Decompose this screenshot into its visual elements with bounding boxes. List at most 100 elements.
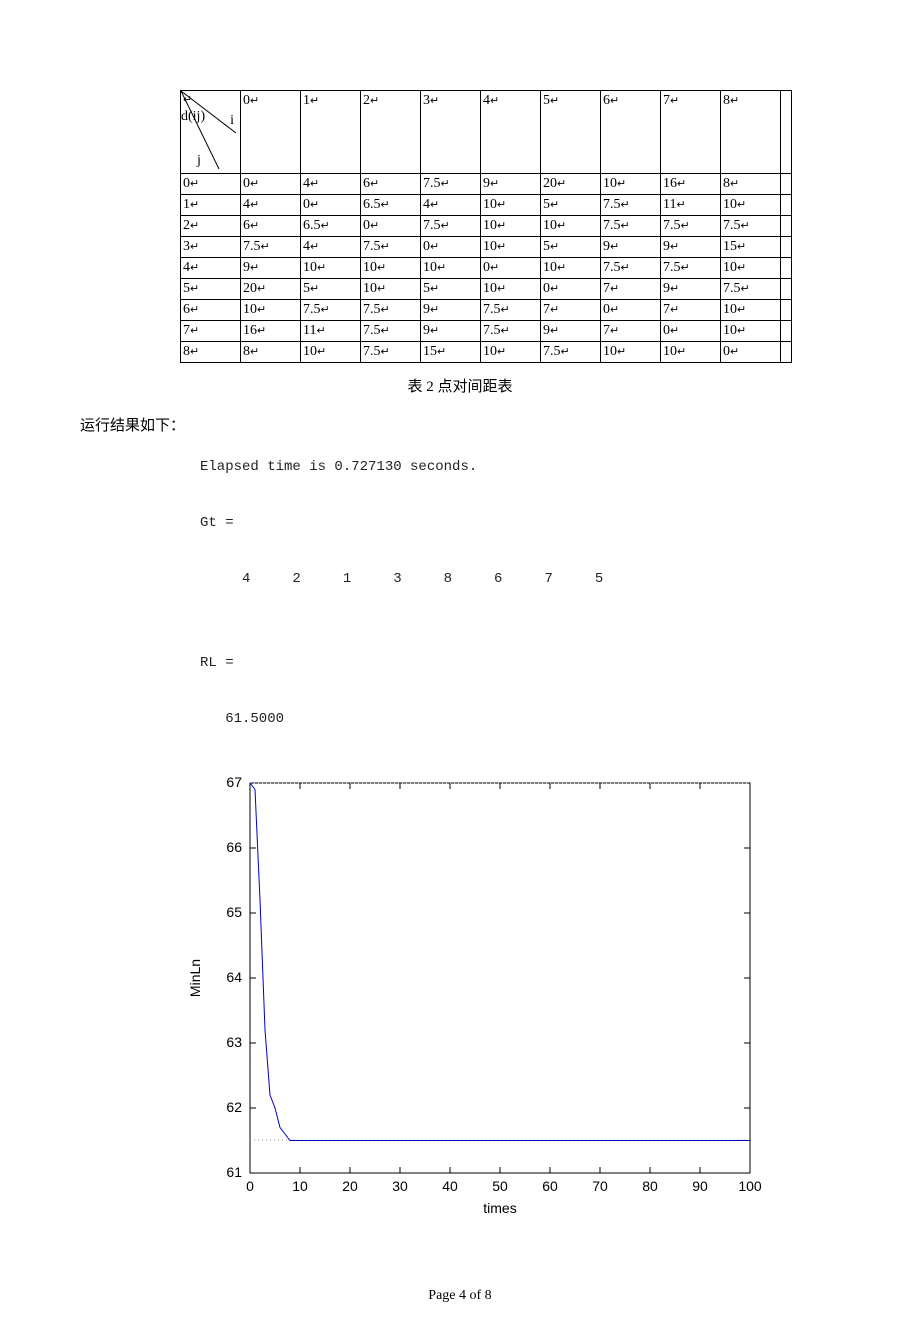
- table-cell: 6↵: [241, 216, 301, 237]
- j-label: j: [197, 153, 201, 169]
- row-header: 4↵: [181, 258, 241, 279]
- console-output: Elapsed time is 0.727130 seconds. Gt = 4…: [200, 453, 840, 733]
- table-cell: 7.5↵: [361, 300, 421, 321]
- table-row: 1↵4↵0↵6.5↵4↵10↵5↵7.5↵11↵10↵: [181, 195, 792, 216]
- gt-values: 4 2 1 3 8 6 7 5: [200, 571, 603, 587]
- table-cell: 4↵: [421, 195, 481, 216]
- table-cell: 7.5↵: [541, 342, 601, 363]
- x-tick-labels: 0 10 20 30 40 50 60 70 80 90 100: [246, 1178, 762, 1194]
- table-cell: 9↵: [541, 321, 601, 342]
- table-cell: 0↵: [601, 300, 661, 321]
- table-cell: 15↵: [421, 342, 481, 363]
- table-cell: 6.5↵: [361, 195, 421, 216]
- table-cell: 10↵: [721, 321, 781, 342]
- row-end-mark: [781, 300, 792, 321]
- table-cell: 10↵: [481, 195, 541, 216]
- table-cell: 9↵: [421, 321, 481, 342]
- table-cell: 7.5↵: [721, 279, 781, 300]
- table-cell: 11↵: [661, 195, 721, 216]
- row-end-mark: [781, 237, 792, 258]
- table-cell: 9↵: [601, 237, 661, 258]
- col-header: 6↵: [601, 91, 661, 174]
- table-row: 6↵10↵7.5↵7.5↵9↵7.5↵7↵0↵7↵10↵: [181, 300, 792, 321]
- table-cell: 0↵: [661, 321, 721, 342]
- svg-text:64: 64: [226, 969, 242, 985]
- diag-header-cell: ↵ d(ij) i j: [181, 91, 241, 174]
- table-cell: 7↵: [541, 300, 601, 321]
- svg-text:66: 66: [226, 839, 242, 855]
- svg-text:67: 67: [226, 774, 242, 790]
- table-cell: 7.5↵: [601, 258, 661, 279]
- col-header: 0↵: [241, 91, 301, 174]
- svg-text:62: 62: [226, 1099, 242, 1115]
- col-header: 2↵: [361, 91, 421, 174]
- table-cell: 15↵: [721, 237, 781, 258]
- svg-text:50: 50: [492, 1178, 508, 1194]
- table-cell: 5↵: [301, 279, 361, 300]
- table-row: 7↵16↵11↵7.5↵9↵7.5↵9↵7↵0↵10↵: [181, 321, 792, 342]
- svg-text:0: 0: [246, 1178, 254, 1194]
- rl-value: 61.5000: [200, 711, 284, 727]
- table-cell: 0↵: [301, 195, 361, 216]
- row-end-mark: [781, 258, 792, 279]
- table-cell: 7.5↵: [421, 174, 481, 195]
- x-top-ticks: [300, 783, 700, 789]
- chart-svg: 0 10 20 30 40 50 60 70 80 90 100 61 62 6…: [180, 763, 780, 1223]
- table-cell: 7.5↵: [601, 195, 661, 216]
- svg-text:65: 65: [226, 904, 242, 920]
- row-header: 6↵: [181, 300, 241, 321]
- col-header: 1↵: [301, 91, 361, 174]
- table-cell: 10↵: [301, 342, 361, 363]
- x-ticks: [250, 1167, 750, 1173]
- table-cell: 20↵: [241, 279, 301, 300]
- i-label: i: [230, 113, 234, 129]
- table-cell: 10↵: [361, 258, 421, 279]
- col-header: 8↵: [721, 91, 781, 174]
- svg-text:61: 61: [226, 1164, 242, 1180]
- row-end-mark: [781, 321, 792, 342]
- row-header: 7↵: [181, 321, 241, 342]
- table-cell: 10↵: [301, 258, 361, 279]
- svg-text:40: 40: [442, 1178, 458, 1194]
- table-cell: 7.5↵: [481, 300, 541, 321]
- table-cell: 7.5↵: [661, 258, 721, 279]
- table-row: 2↵6↵6.5↵0↵7.5↵10↵10↵7.5↵7.5↵7.5↵: [181, 216, 792, 237]
- col-header: 3↵: [421, 91, 481, 174]
- table-cell: 0↵: [721, 342, 781, 363]
- table-cell: 8↵: [721, 174, 781, 195]
- table-cell: 10↵: [661, 342, 721, 363]
- table-cell: 0↵: [361, 216, 421, 237]
- col-header: 5↵: [541, 91, 601, 174]
- x-axis-label: times: [483, 1200, 516, 1216]
- table-cell: 10↵: [721, 258, 781, 279]
- y-axis-label: MinLn: [187, 959, 203, 997]
- run-result-label: 运行结果如下：: [80, 414, 840, 435]
- table-cell: 5↵: [541, 237, 601, 258]
- svg-text:63: 63: [226, 1034, 242, 1050]
- table-cell: 5↵: [421, 279, 481, 300]
- table-cell: 10↵: [601, 174, 661, 195]
- y-tick-labels: 61 62 63 64 65 66 67: [226, 774, 242, 1180]
- table-cell: 8↵: [241, 342, 301, 363]
- table-row: 5↵20↵5↵10↵5↵10↵0↵7↵9↵7.5↵: [181, 279, 792, 300]
- table-cell: 10↵: [481, 342, 541, 363]
- svg-text:10: 10: [292, 1178, 308, 1194]
- table-cell: 10↵: [721, 300, 781, 321]
- table-cell: 7↵: [601, 279, 661, 300]
- table-cell: 6↵: [361, 174, 421, 195]
- table-row: 0↵0↵4↵6↵7.5↵9↵20↵10↵16↵8↵: [181, 174, 792, 195]
- table-cell: 10↵: [481, 279, 541, 300]
- svg-text:30: 30: [392, 1178, 408, 1194]
- row-end-mark: [781, 342, 792, 363]
- table-cell: 10↵: [421, 258, 481, 279]
- table-cell: 7↵: [661, 300, 721, 321]
- row-header: 3↵: [181, 237, 241, 258]
- table-cell: 10↵: [481, 216, 541, 237]
- table-cell: 7.5↵: [361, 237, 421, 258]
- col-header: 7↵: [661, 91, 721, 174]
- svg-text:70: 70: [592, 1178, 608, 1194]
- table-cell: 10↵: [541, 216, 601, 237]
- y-ticks: [250, 783, 750, 1173]
- rl-label: RL =: [200, 655, 234, 671]
- table-cell: 9↵: [661, 279, 721, 300]
